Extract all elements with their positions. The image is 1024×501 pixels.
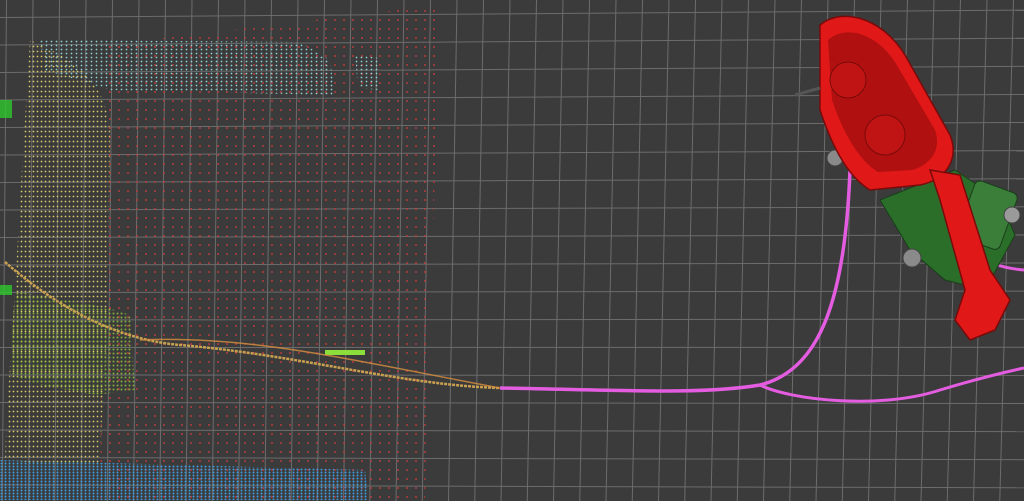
wall-point-cloud [5,40,110,470]
grid-line [579,0,590,501]
grid-line [658,0,670,501]
grid-line [605,0,617,501]
grid-line [736,0,749,501]
scene-canvas[interactable] [0,0,1024,501]
planned-path-line [499,169,852,393]
grid-line [789,0,802,501]
grid-line [553,0,564,501]
return-path-line [759,366,1024,403]
3d-viewport[interactable] [0,0,1024,501]
grid-line [500,0,511,501]
grid-line [763,0,776,501]
grid-line [526,0,537,501]
grid-line [710,0,723,501]
grid-line [1,0,7,501]
grid-line [448,0,458,501]
grid-line [0,9,1024,18]
grid-line [684,0,696,501]
grid-line [474,0,484,501]
grid-line [631,0,643,501]
